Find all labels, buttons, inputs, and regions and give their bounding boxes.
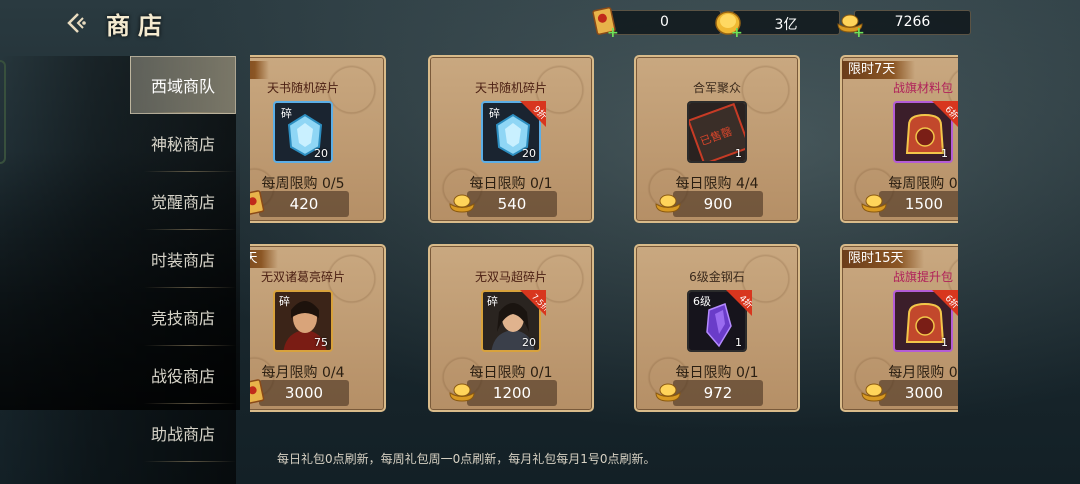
price-button[interactable]: 972 bbox=[655, 380, 763, 406]
discount-badge-icon: 6折 bbox=[932, 290, 958, 316]
refresh-notice: 每日礼包0点刷新，每周礼包周一0点刷新，每月礼包每月1号0点刷新。 bbox=[277, 452, 656, 466]
tab-label: 助战商店 bbox=[150, 425, 215, 444]
tab-label: 竞技商店 bbox=[150, 309, 215, 328]
fragment-mark: 碎 bbox=[489, 106, 500, 120]
shop-item-card[interactable]: 7天 天书随机碎片 碎 20 每周限购 0/5 420 bbox=[250, 55, 386, 223]
purchase-limit: 每月限购 0/4 bbox=[261, 365, 345, 381]
tab-campaign-shop[interactable]: 战役商店 bbox=[130, 346, 236, 404]
item-icon-frame: 已售罄 1 bbox=[687, 101, 747, 163]
time-limit-ribbon: 7天 bbox=[250, 61, 270, 79]
fragment-mark: 碎 bbox=[281, 106, 292, 120]
tab-awaken-shop[interactable]: 觉醒商店 bbox=[130, 172, 236, 230]
discount-badge-icon: 6折 bbox=[932, 101, 958, 127]
resource-token: + 0 bbox=[592, 7, 721, 41]
price-button[interactable]: 1500 bbox=[861, 191, 958, 217]
shop-item-card[interactable]: 限时15天 战旗提升包 1 6折 每月限购 0 3000 bbox=[840, 244, 958, 412]
item-count: 20 bbox=[522, 147, 536, 160]
time-limit-ribbon: 15天 bbox=[250, 250, 278, 268]
shop-item-card[interactable]: 无双马超碎片 碎 20 7.5折 每日限购 0/1 1200 bbox=[428, 244, 594, 412]
item-count: 1 bbox=[735, 147, 742, 160]
discount-badge-icon: 9折 bbox=[520, 101, 546, 127]
price-button[interactable]: 3000 bbox=[861, 380, 958, 406]
resource-coin: + 3亿 bbox=[715, 10, 840, 41]
shop-item-card[interactable]: 限时7天 战旗材料包 1 6折 每周限购 0 1500 bbox=[840, 55, 958, 223]
tab-mystery-shop[interactable]: 神秘商店 bbox=[130, 114, 236, 172]
shop-content: 7天 天书随机碎片 碎 20 每周限购 0/5 420 bbox=[236, 52, 1080, 484]
price-button[interactable]: 3000 bbox=[250, 379, 349, 406]
shop-item-card[interactable]: 天书随机碎片 碎 20 9折 每日限购 0/1 540 bbox=[428, 55, 594, 223]
purchase-limit: 每周限购 0/5 bbox=[261, 176, 345, 192]
tab-support-shop[interactable]: 助战商店 bbox=[130, 404, 236, 462]
price-value: 900 bbox=[703, 195, 733, 213]
tab-western-caravan[interactable]: 西域商队 bbox=[130, 56, 236, 114]
price-value: 3000 bbox=[284, 384, 324, 402]
tab-label: 神秘商店 bbox=[150, 135, 215, 154]
back-button[interactable] bbox=[62, 8, 92, 38]
item-count: 1 bbox=[941, 147, 948, 160]
resource-ingot: + 7266 bbox=[837, 10, 971, 41]
price-value: 1200 bbox=[492, 384, 532, 402]
item-count: 20 bbox=[314, 147, 328, 160]
shop-item-grid[interactable]: 7天 天书随机碎片 碎 20 每周限购 0/5 420 bbox=[250, 52, 958, 484]
time-limit-ribbon: 限时15天 bbox=[842, 250, 924, 268]
item-name: 天书随机碎片 bbox=[474, 81, 547, 95]
price-value: 540 bbox=[497, 195, 527, 213]
time-limit-ribbon: 限时7天 bbox=[842, 61, 916, 79]
fragment-mark: 碎 bbox=[487, 294, 498, 308]
price-button[interactable]: 1200 bbox=[449, 380, 557, 406]
shop-item-card[interactable]: 15天 无双诸葛亮碎片 碎 75 每月限购 0/4 3000 bbox=[250, 244, 386, 412]
discount-badge-icon: 7.5折 bbox=[520, 290, 546, 316]
discount-badge-icon: 4折 bbox=[726, 290, 752, 316]
item-count: 1 bbox=[941, 336, 948, 349]
item-count: 75 bbox=[314, 336, 328, 349]
page-title: 商店 bbox=[106, 11, 170, 40]
tab-label: 西域商队 bbox=[150, 77, 215, 96]
fragment-mark: 碎 bbox=[279, 294, 290, 308]
gem-level: 6级 bbox=[693, 295, 711, 308]
coin-value: 3亿 bbox=[774, 17, 798, 33]
item-name: 天书随机碎片 bbox=[266, 81, 339, 95]
price-button[interactable]: 540 bbox=[449, 191, 557, 217]
tab-label: 时装商店 bbox=[150, 251, 215, 270]
price-button[interactable]: 900 bbox=[655, 191, 763, 217]
price-value: 1500 bbox=[904, 195, 944, 213]
back-arrow-icon bbox=[67, 13, 86, 33]
price-button[interactable]: 420 bbox=[250, 190, 349, 217]
price-value: 3000 bbox=[904, 384, 944, 402]
ingot-value: 7266 bbox=[894, 14, 931, 30]
sidebar-handle[interactable] bbox=[0, 60, 6, 164]
tab-fashion-shop[interactable]: 时装商店 bbox=[130, 230, 236, 288]
price-value: 972 bbox=[703, 384, 733, 402]
price-value: 420 bbox=[289, 195, 319, 213]
item-name: 战旗提升包 bbox=[892, 270, 953, 284]
tab-label: 觉醒商店 bbox=[150, 193, 215, 212]
shop-item-card[interactable]: 6级金钢石 6级 1 4折 每日限购 0/1 972 bbox=[634, 244, 800, 412]
item-name: 无双马超碎片 bbox=[474, 270, 547, 284]
item-icon-frame: 碎 75 bbox=[273, 290, 333, 352]
item-count: 1 bbox=[735, 336, 742, 349]
shop-item-card[interactable]: 合军聚众 已售罄 1 每日限购 4/4 900 bbox=[634, 55, 800, 223]
item-name: 合军聚众 bbox=[692, 81, 741, 95]
item-name: 6级金钢石 bbox=[689, 270, 745, 284]
item-count: 20 bbox=[522, 336, 536, 349]
tab-label: 战役商店 bbox=[150, 367, 215, 386]
tab-arena-shop[interactable]: 竞技商店 bbox=[130, 288, 236, 346]
token-value: 0 bbox=[660, 14, 669, 30]
item-name: 战旗材料包 bbox=[892, 81, 953, 95]
item-icon-frame: 碎 20 bbox=[273, 101, 333, 163]
item-name: 无双诸葛亮碎片 bbox=[260, 270, 345, 284]
